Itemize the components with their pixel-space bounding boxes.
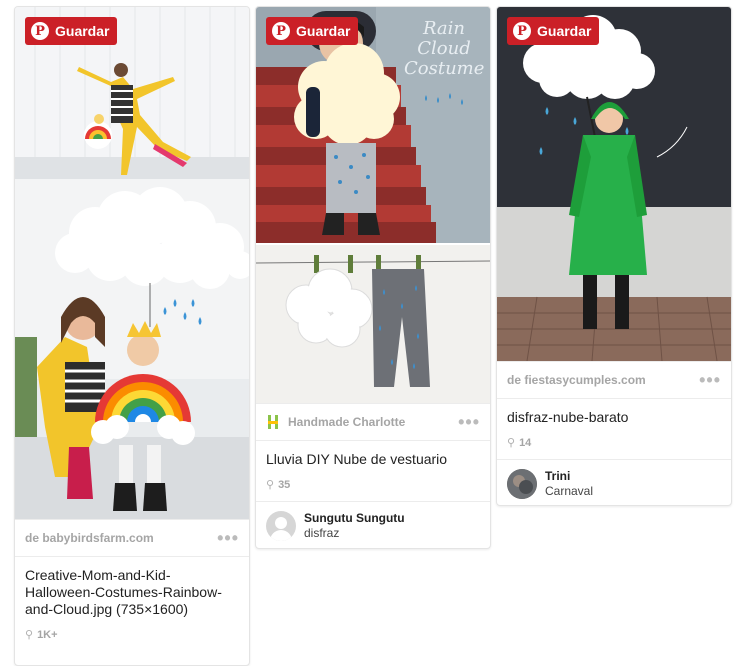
source-domain[interactable]: de fiestasycumples.com — [507, 373, 699, 387]
pin-image[interactable]: Rain Cloud Costume Rain Cloud Costume P … — [256, 7, 490, 403]
pushpin-icon: ⚲ — [266, 479, 275, 491]
repin-count-value: 14 — [519, 436, 532, 449]
repin-count: ⚲ 14 — [497, 430, 731, 459]
pinterest-p-icon: P — [31, 22, 49, 40]
pin-image[interactable]: P Guardar — [15, 7, 249, 519]
pin-card-3[interactable]: P Guardar de fiestasycumples.com ••• dis… — [496, 6, 732, 506]
pin-card-1[interactable]: P Guardar de babybirdsfarm.com ••• Creat… — [14, 6, 250, 666]
save-button[interactable]: P Guardar — [25, 17, 118, 45]
pin-description: Lluvia DIY Nube de vestuario — [266, 451, 448, 467]
ellipsis-icon[interactable]: ••• — [699, 371, 721, 389]
pushpin-icon: ⚲ — [507, 437, 516, 449]
source-domain[interactable]: de babybirdsfarm.com — [25, 531, 217, 545]
default-avatar-icon[interactable] — [266, 510, 296, 541]
pin-image[interactable]: P Guardar — [497, 7, 731, 361]
save-button[interactable]: P Guardar — [507, 17, 600, 45]
source-name[interactable]: Handmade Charlotte — [288, 415, 458, 429]
pinner-name[interactable]: Trini — [545, 469, 593, 483]
save-label: Guardar — [55, 23, 110, 39]
repin-count: ⚲ 1K+ — [15, 622, 249, 651]
pin-card-2[interactable]: Rain Cloud Costume Rain Cloud Costume P … — [255, 6, 491, 549]
pinterest-p-icon: P — [513, 22, 531, 40]
pin-description: Creative-Mom-and-Kid-Halloween-Costumes-… — [25, 567, 222, 617]
handmade-charlotte-logo-icon — [266, 415, 280, 429]
save-button[interactable]: P Guardar — [266, 17, 359, 45]
pushpin-icon: ⚲ — [25, 629, 34, 641]
pinner-info[interactable]: Sungutu Sungutu disfraz — [256, 501, 490, 548]
pin-source[interactable]: Handmade Charlotte ••• — [256, 403, 490, 441]
board-name[interactable]: Carnaval — [545, 484, 593, 498]
user-avatar[interactable] — [507, 468, 537, 499]
pin-photo-green-raincoat-cloud — [497, 7, 731, 361]
save-label: Guardar — [296, 23, 351, 39]
repin-count: ⚲ 35 — [256, 472, 490, 501]
pin-source[interactable]: de babybirdsfarm.com ••• — [15, 519, 249, 557]
pin-source[interactable]: de fiestasycumples.com ••• — [497, 361, 731, 399]
ellipsis-icon[interactable]: ••• — [217, 529, 239, 547]
pin-description: disfraz-nube-barato — [507, 409, 629, 425]
pinterest-p-icon: P — [272, 22, 290, 40]
ellipsis-icon[interactable]: ••• — [458, 413, 480, 431]
repin-count-value: 35 — [278, 478, 291, 491]
repin-count-value: 1K+ — [37, 628, 58, 641]
save-label: Guardar — [537, 23, 592, 39]
pin-photo-mom-kid-rainbow — [15, 7, 249, 519]
pinner-name[interactable]: Sungutu Sungutu — [304, 511, 405, 525]
image-caption-overlay: Rain Cloud Costume — [404, 18, 485, 79]
board-name[interactable]: disfraz — [304, 526, 405, 540]
pinner-info[interactable]: Trini Carnaval — [497, 459, 731, 505]
